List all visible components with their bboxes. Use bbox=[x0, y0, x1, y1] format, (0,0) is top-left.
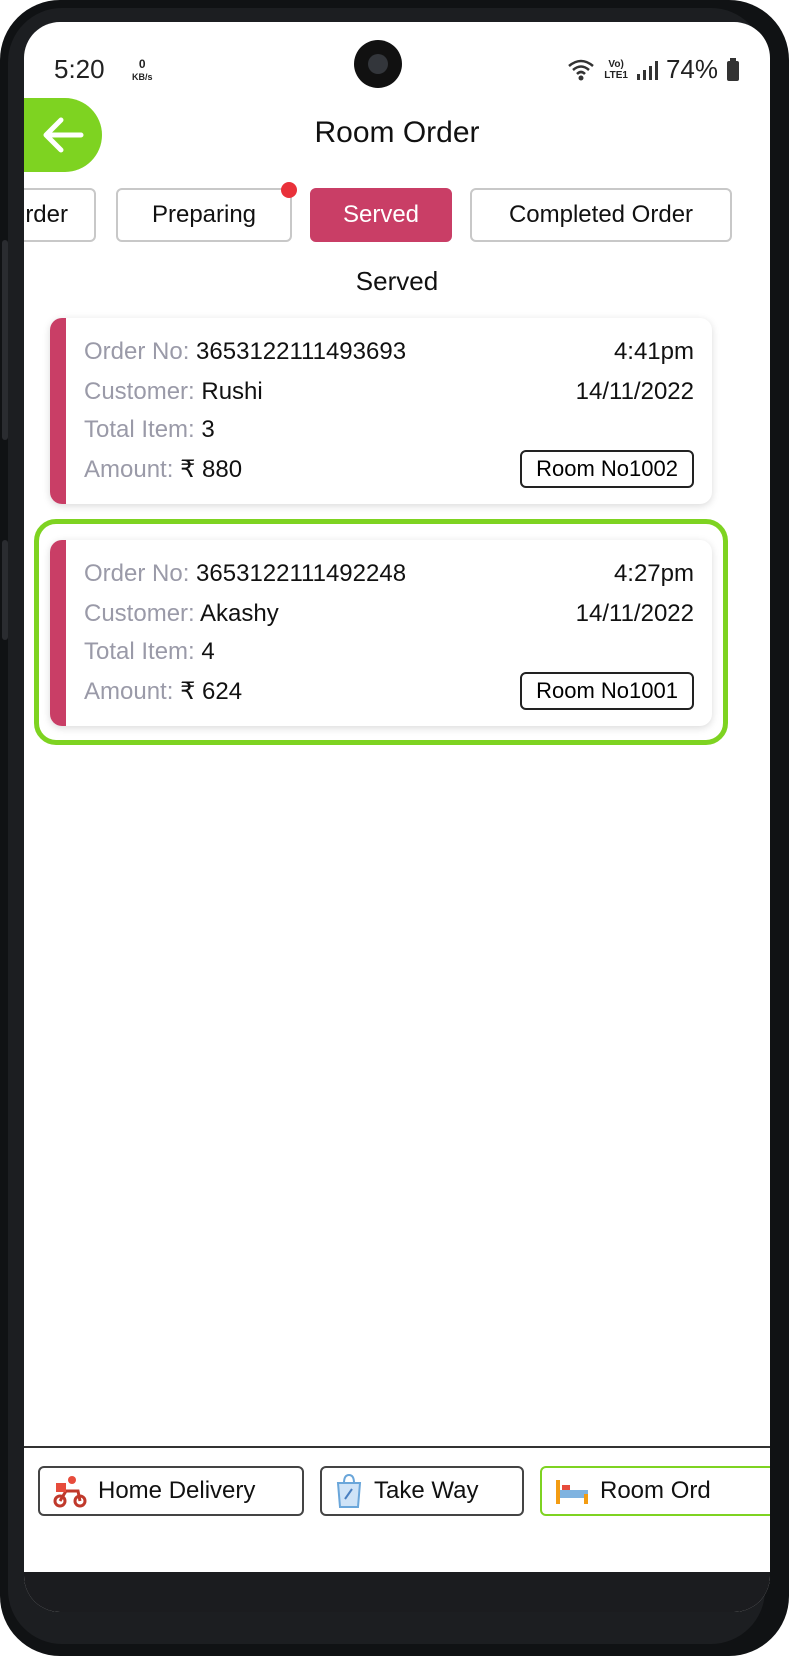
tab-new-order[interactable]: rder bbox=[24, 188, 96, 242]
status-time: 5:20 bbox=[54, 54, 105, 84]
signal-icon bbox=[636, 60, 658, 80]
customer-row: Customer: Rushi 14/11/2022 bbox=[84, 378, 694, 406]
card-accent-bar bbox=[50, 540, 66, 726]
order-time: 4:27pm bbox=[613, 560, 694, 587]
nav-room-order-label: Room Ord bbox=[600, 1477, 711, 1504]
room-no-value: 1002 bbox=[629, 456, 678, 481]
customer-value: Rushi bbox=[201, 378, 263, 405]
delivery-scooter-icon bbox=[53, 1476, 87, 1508]
system-nav-bar bbox=[24, 1572, 770, 1612]
bed-icon bbox=[556, 1480, 588, 1504]
net-speed: 0 KB/s bbox=[132, 58, 153, 83]
notification-dot bbox=[281, 182, 297, 198]
order-date: 14/11/2022 bbox=[575, 378, 694, 405]
total-item-value: 4 bbox=[201, 638, 215, 665]
total-item-label: Total Item: bbox=[84, 416, 195, 443]
order-card[interactable]: Order No: 3653122111492248 4:27pm Custom… bbox=[50, 540, 712, 726]
customer-row: Customer: Akashy 14/11/2022 bbox=[84, 600, 694, 628]
tab-preparing[interactable]: Preparing bbox=[116, 188, 292, 242]
status-icons: Vo) LTE1 74% bbox=[566, 54, 740, 85]
customer-value: Akashy bbox=[200, 600, 279, 627]
order-status-tabs: rder Preparing Served Completed Order bbox=[24, 182, 770, 246]
battery-percent: 74% bbox=[665, 54, 718, 84]
network-type-icon: Vo) LTE1 bbox=[604, 58, 628, 81]
order-no-value: 3653122111492248 bbox=[196, 560, 407, 587]
amount-value: ₹ 880 bbox=[180, 456, 243, 483]
amount-label: Amount: bbox=[84, 678, 174, 705]
order-no-row: Order No: 3653122111493693 4:41pm bbox=[84, 338, 694, 366]
order-no-row: Order No: 3653122111492248 4:27pm bbox=[84, 560, 694, 588]
nav-home-delivery[interactable]: Home Delivery bbox=[38, 1466, 304, 1516]
order-date: 14/11/2022 bbox=[575, 600, 694, 627]
room-no-label: Room No bbox=[536, 456, 630, 481]
room-badge: Room No 1001 bbox=[520, 672, 694, 710]
order-card[interactable]: Order No: 3653122111493693 4:41pm Custom… bbox=[50, 318, 712, 504]
total-item-row: Total Item: 4 bbox=[84, 638, 694, 666]
phone-side-button bbox=[2, 240, 8, 440]
nav-room-order[interactable]: Room Ord bbox=[540, 1466, 770, 1516]
total-item-label: Total Item: bbox=[84, 638, 195, 665]
order-no-value: 3653122111493693 bbox=[196, 338, 407, 365]
wifi-icon bbox=[568, 59, 595, 80]
tab-completed-order[interactable]: Completed Order bbox=[470, 188, 732, 242]
order-no-label: Order No: bbox=[84, 338, 190, 365]
amount-label: Amount: bbox=[84, 456, 174, 483]
nav-take-way[interactable]: Take Way bbox=[320, 1466, 524, 1516]
takeaway-bag-icon bbox=[336, 1473, 362, 1508]
front-camera bbox=[354, 40, 402, 88]
amount-value: ₹ 624 bbox=[180, 678, 243, 705]
room-no-label: Room No bbox=[536, 678, 630, 703]
order-no-label: Order No: bbox=[84, 560, 190, 587]
customer-label: Customer: bbox=[84, 600, 195, 627]
room-no-value: 1001 bbox=[629, 678, 678, 703]
total-item-value: 3 bbox=[201, 416, 215, 443]
bottom-nav: Home Delivery Take Way Room Ord bbox=[24, 1446, 770, 1558]
nav-home-delivery-label: Home Delivery bbox=[98, 1477, 256, 1504]
page-title: Room Order bbox=[314, 116, 480, 149]
room-badge: Room No 1002 bbox=[520, 450, 694, 488]
tab-served[interactable]: Served bbox=[310, 188, 452, 242]
battery-icon bbox=[727, 57, 739, 81]
net-speed-unit: KB/s bbox=[132, 72, 153, 82]
section-title: Served bbox=[355, 266, 439, 296]
card-accent-bar bbox=[50, 318, 66, 504]
order-time: 4:41pm bbox=[613, 338, 694, 365]
screen: 5:20 0 KB/s Vo) LTE1 74% Room Order rder… bbox=[24, 22, 770, 1612]
customer-label: Customer: bbox=[84, 378, 195, 405]
net-speed-value: 0 bbox=[138, 57, 146, 71]
total-item-row: Total Item: 3 bbox=[84, 416, 694, 444]
nav-take-way-label: Take Way bbox=[374, 1477, 479, 1504]
phone-side-button bbox=[2, 540, 8, 640]
